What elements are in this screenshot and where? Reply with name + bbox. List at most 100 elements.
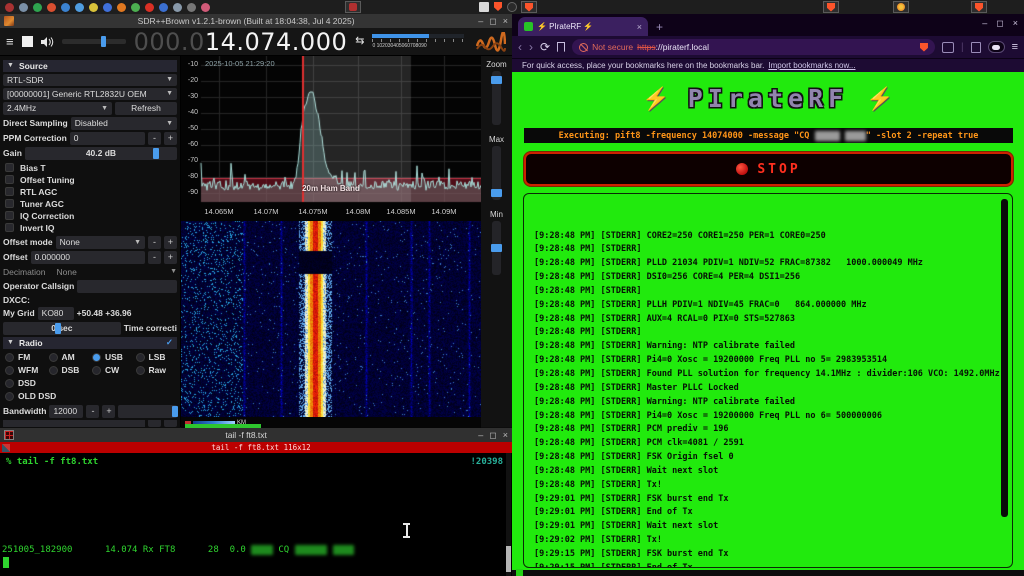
ppm-increment-button[interactable]: + (164, 132, 177, 145)
waterfall-display[interactable]: KM (181, 221, 481, 429)
checkbox[interactable] (5, 175, 14, 184)
demod-mode-option[interactable]: OLD DSD (3, 391, 177, 402)
tab-close-icon[interactable]: × (637, 22, 642, 32)
forward-icon[interactable]: › (529, 41, 533, 53)
demod-mode-option[interactable]: CW (90, 365, 134, 376)
min-slider-handle[interactable] (491, 244, 502, 252)
taskbar-app-icons[interactable] (0, 3, 210, 12)
clipped-button-2[interactable] (164, 420, 177, 427)
radio-section-header[interactable]: ▼ Radio ✓ (3, 337, 177, 349)
terminal-minimize-button[interactable]: – (478, 430, 483, 441)
globe-icon[interactable] (507, 2, 517, 12)
gain-slider-handle[interactable] (153, 148, 159, 159)
tab-piraterf[interactable]: ⚡ PIrateRF ⚡ × (518, 17, 648, 36)
app-icon[interactable] (47, 3, 56, 12)
radio-dot[interactable] (136, 366, 145, 375)
ppm-input[interactable]: 0 (70, 132, 145, 145)
url-text[interactable]: https://piraterf.local (637, 42, 709, 52)
offset-input[interactable]: 0.000000 (31, 251, 145, 264)
app-icon[interactable] (61, 3, 70, 12)
demod-mode-option[interactable]: AM (47, 352, 91, 363)
demod-mode-option[interactable]: DSD (3, 378, 177, 389)
app-icon[interactable] (201, 3, 210, 12)
browser-maximize-button[interactable]: ◻ (996, 18, 1003, 29)
terminal-close-button[interactable]: × (503, 430, 508, 441)
spectrum-display[interactable]: 2025-10-05 21:29:20 -10 -20 -30 -40 -50 … (181, 56, 481, 221)
app-icon[interactable] (187, 3, 196, 12)
swap-vfo-icon[interactable]: ⇆ (355, 36, 364, 47)
radio-dot[interactable] (49, 366, 58, 375)
bandwidth-decrement-button[interactable]: - (86, 405, 99, 418)
radio-dot[interactable] (5, 379, 14, 388)
zoom-slider-handle[interactable] (491, 76, 502, 84)
reload-icon[interactable]: ⟳ (540, 41, 550, 53)
bookmark-icon[interactable] (557, 42, 565, 52)
checkbox[interactable] (5, 211, 14, 220)
bandwidth-slider[interactable] (118, 405, 177, 418)
reading-list-icon[interactable] (971, 42, 981, 53)
checkbox-row[interactable]: Offset Tuning (3, 174, 177, 186)
samplerate-select[interactable]: 2.4MHz▼ (3, 102, 112, 115)
demod-mode-option[interactable]: FM (3, 352, 47, 363)
terminal-maximize-button[interactable]: ◻ (489, 430, 496, 441)
radio-enabled-check-icon[interactable]: ✓ (166, 337, 173, 348)
checkbox[interactable] (5, 187, 14, 196)
demod-mode-option[interactable]: DSB (47, 365, 91, 376)
sdr-maximize-button[interactable]: ◻ (489, 16, 496, 27)
refresh-button[interactable]: Refresh (115, 102, 177, 115)
tray-firefox-icon[interactable] (893, 1, 909, 13)
address-bar[interactable]: Not secure https://piraterf.local (572, 39, 935, 55)
offset-decrement-button[interactable]: - (148, 251, 161, 264)
zoom-slider[interactable] (492, 71, 501, 125)
app-icon[interactable] (33, 3, 42, 12)
bandwidth-input[interactable]: 12000 (49, 405, 83, 418)
gain-slider[interactable]: 40.2 dB (25, 147, 177, 160)
log-scrollbar-thumb[interactable] (1001, 199, 1008, 517)
tray-brave-icon-2[interactable] (823, 1, 839, 13)
offset-mode-select[interactable]: None▼ (56, 236, 145, 249)
app-icon[interactable] (89, 3, 98, 12)
stop-playback-button[interactable] (22, 36, 33, 47)
terminal-body[interactable]: % tail -f ft8.txt !20398 251005_182900 1… (0, 453, 512, 576)
offset-mode-decrement-button[interactable]: - (148, 236, 161, 249)
bandwidth-slider-handle[interactable] (172, 406, 178, 417)
tray-app-icon[interactable] (345, 1, 361, 13)
demod-mode-option[interactable]: USB (90, 352, 134, 363)
back-icon[interactable]: ‹ (518, 41, 522, 53)
terminal-scrollbar[interactable] (506, 453, 511, 576)
checkbox[interactable] (5, 199, 14, 208)
app-icon[interactable] (19, 3, 28, 12)
radio-dot[interactable] (49, 353, 58, 362)
stop-button[interactable]: STOP (524, 152, 1013, 186)
clipped-button-1[interactable] (148, 420, 161, 427)
volume-slider-handle[interactable] (101, 36, 106, 47)
demod-mode-option[interactable]: WFM (3, 365, 47, 376)
radio-dot[interactable] (92, 353, 101, 362)
mygrid-input[interactable]: KO80 (38, 307, 74, 320)
offset-mode-increment-button[interactable]: + (164, 236, 177, 249)
source-section-header[interactable]: ▼ Source (3, 60, 177, 72)
sdr-titlebar[interactable]: SDR++Brown v1.2.1-brown (Built at 18:04:… (0, 14, 512, 28)
demod-mode-option[interactable]: LSB (134, 352, 178, 363)
checkbox-row[interactable]: IQ Correction (3, 210, 177, 222)
speaker-icon[interactable] (41, 36, 54, 48)
tray-brave-icon-3[interactable] (971, 1, 987, 13)
direct-sampling-select[interactable]: Disabled▼ (71, 117, 177, 130)
app-icon[interactable] (103, 3, 112, 12)
callsign-input[interactable] (77, 280, 177, 293)
volume-slider[interactable] (62, 39, 126, 44)
radio-dot[interactable] (136, 353, 145, 362)
brave-shield-icon[interactable] (920, 43, 928, 52)
log-output-box[interactable]: [9:28:48 PM] [STDERR] CORE2=250 CORE1=25… (523, 193, 1013, 568)
radio-dot[interactable] (5, 366, 14, 375)
ppm-decrement-button[interactable]: - (148, 132, 161, 145)
clipped-slider[interactable] (3, 420, 145, 427)
checkbox-row[interactable]: Tuner AGC (3, 198, 177, 210)
browser-close-button[interactable]: × (1013, 18, 1018, 29)
menu-icon[interactable]: ≡ (6, 35, 14, 48)
window-list-icon[interactable] (479, 2, 489, 12)
radio-dot[interactable] (5, 353, 14, 362)
new-tab-button[interactable]: + (656, 20, 663, 36)
device-select[interactable]: [00000001] Generic RTL2832U OEM▼ (3, 88, 177, 100)
bandwidth-increment-button[interactable]: + (102, 405, 115, 418)
